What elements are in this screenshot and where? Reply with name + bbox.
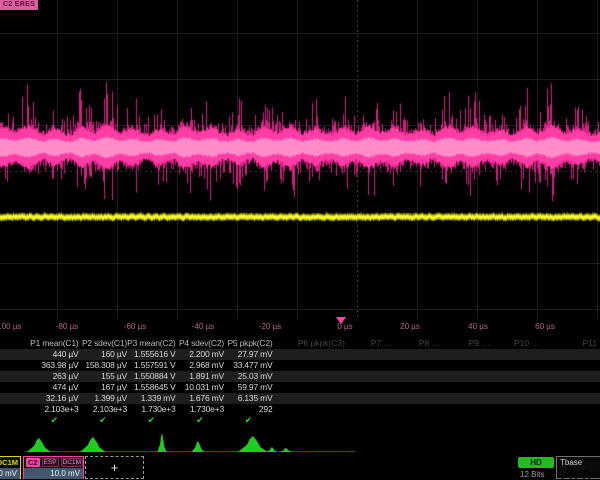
c1-vertical-scale: 50.0 mV [0, 468, 20, 479]
measure-value: 2.103e+3 [79, 404, 128, 415]
table-row: 440 µV160 µV1.555616 V2.200 mV27.97 mV [0, 349, 600, 360]
timebase-label: Tbase [557, 457, 600, 468]
measure-value: 2.968 mV [176, 360, 225, 371]
parameter-header-unused[interactable]: P7 … [371, 338, 392, 349]
axis-tick-label: 20 µs [400, 322, 420, 331]
measure-value: 160 µV [79, 349, 128, 360]
measure-value: 263 µV [30, 371, 79, 382]
measure-value: 1.550884 V [127, 371, 176, 382]
histicon-peak [80, 437, 106, 452]
status-check-icon: ✔ [79, 415, 128, 426]
measure-value: 167 µV [79, 382, 128, 393]
axis-tick-label: 60 µs [535, 322, 555, 331]
status-check-icon: ✔ [224, 415, 273, 426]
axis-tick-label: -20 µs [259, 322, 281, 331]
parameter-header-unused[interactable]: P9 … [469, 338, 490, 349]
histicon-peak [238, 436, 268, 452]
c2-vertical-scale: 10.0 mV [24, 468, 83, 479]
measure-value: 6.135 mV [224, 393, 273, 404]
measure-value: 474 µV [30, 382, 79, 393]
measure-value: 1.676 mV [176, 393, 225, 404]
timebase-descriptor-box[interactable]: Tbase 20.0 µs/div [556, 456, 600, 479]
measure-value: 33.477 mV [224, 360, 273, 371]
bit-depth-label: 12 Bits [520, 470, 544, 479]
measure-value: 27.97 mV [224, 349, 273, 360]
add-trace-button[interactable]: + [85, 456, 144, 479]
status-check-icon: ✔ [30, 415, 79, 426]
parameter-header[interactable]: P3 mean(C2) [127, 338, 176, 349]
measure-value: 1.891 mV [176, 371, 225, 382]
measure-value: 158.308 µV [79, 360, 128, 371]
parameter-header-unused[interactable]: P10 … [514, 338, 540, 349]
hd-mode-badge[interactable]: HD [518, 457, 554, 468]
measure-value: 32.16 µV [30, 393, 79, 404]
waveform-area[interactable] [0, 0, 600, 320]
c2-channel-badge: C2 [26, 458, 40, 467]
histicon-peak [267, 447, 277, 452]
table-row: 263 µV155 µV1.550884 V1.891 mV25.03 mV [0, 371, 600, 382]
status-check-icon: ✔ [176, 415, 225, 426]
c2-esp-tag: ESP [42, 458, 59, 467]
measure-value: 2.200 mV [176, 349, 225, 360]
measure-value: 1.339 mV [127, 393, 176, 404]
axis-tick-label: -40 µs [192, 322, 214, 331]
descriptor-strip: C2 DC1M 50.0 mV C2 ESP DC1M 10.0 mV + HD… [0, 456, 600, 480]
parameter-header[interactable]: P4 sdev(C2) [176, 338, 225, 349]
table-row: ✔✔✔✔✔ [0, 415, 600, 426]
histicon-peak [27, 438, 51, 452]
table-row: 2.103e+32.103e+31.730e+31.730e+3292 [0, 404, 600, 415]
histicon-peak [192, 441, 205, 452]
histicon-row [0, 430, 600, 455]
measure-table: P1 mean(C1)P2 sdev(C1)P3 mean(C2)P4 sdev… [0, 338, 600, 426]
measure-value: 440 µV [30, 349, 79, 360]
oscilloscope-screen: C2 ERES -100 µs-80 µs-60 µs-40 µs-20 µs0… [0, 0, 600, 480]
measure-value: 25.03 mV [224, 371, 273, 382]
parameter-header-unused[interactable]: P11 … [583, 338, 600, 349]
measure-value: 1.399 µV [79, 393, 128, 404]
c1-descriptor-box[interactable]: C2 DC1M 50.0 mV [0, 456, 21, 479]
measure-value: 59.97 mV [224, 382, 273, 393]
axis-tick-label: -80 µs [56, 322, 78, 331]
measure-value: 1.730e+3 [176, 404, 225, 415]
measure-value: 1.555616 V [127, 349, 176, 360]
status-check-icon: ✔ [127, 415, 176, 426]
axis-tick-label: 40 µs [468, 322, 488, 331]
measure-value: 1.557591 V [127, 360, 176, 371]
measure-value: 363.98 µV [30, 360, 79, 371]
axis-tick-label: -100 µs [0, 322, 21, 331]
parameter-header[interactable]: P1 mean(C1) [30, 338, 79, 349]
measure-value: 1.558645 V [127, 382, 176, 393]
measure-value: 1.730e+3 [127, 404, 176, 415]
measure-value: 2.103e+3 [30, 404, 79, 415]
measure-value: 155 µV [79, 371, 128, 382]
parameter-header-unused[interactable]: P6 pkpk(C3) [298, 338, 345, 349]
time-axis: -100 µs-80 µs-60 µs-40 µs-20 µs0 µs20 µs… [0, 320, 600, 335]
measure-value: 10.031 mV [176, 382, 225, 393]
table-row: P1 mean(C1)P2 sdev(C1)P3 mean(C2)P4 sdev… [0, 338, 600, 349]
parameter-header[interactable]: P2 sdev(C1) [79, 338, 128, 349]
trigger-position-marker[interactable] [336, 317, 346, 324]
histicon-peak [280, 448, 292, 452]
table-row: 32.16 µV1.399 µV1.339 mV1.676 mV6.135 mV [0, 393, 600, 404]
axis-tick-label: -60 µs [124, 322, 146, 331]
c2-descriptor-box[interactable]: C2 ESP DC1M 10.0 mV [23, 456, 84, 479]
parameter-header-unused[interactable]: P8 … [419, 338, 440, 349]
measure-value: 292 [224, 404, 273, 415]
timebase-value: 20.0 µs/div [557, 468, 600, 480]
parameter-header[interactable]: P5 pkpk(C2) [224, 338, 273, 349]
table-row: 474 µV167 µV1.558645 V10.031 mV59.97 mV [0, 382, 600, 393]
c2-coupling-tag: DC1M [61, 458, 83, 467]
trace-annotation-tag: C2 ERES [0, 0, 38, 10]
table-row: 363.98 µV158.308 µV1.557591 V2.968 mV33.… [0, 360, 600, 371]
c1-coupling-label: C2 DC1M [0, 457, 20, 468]
histicon-peak [158, 433, 167, 452]
